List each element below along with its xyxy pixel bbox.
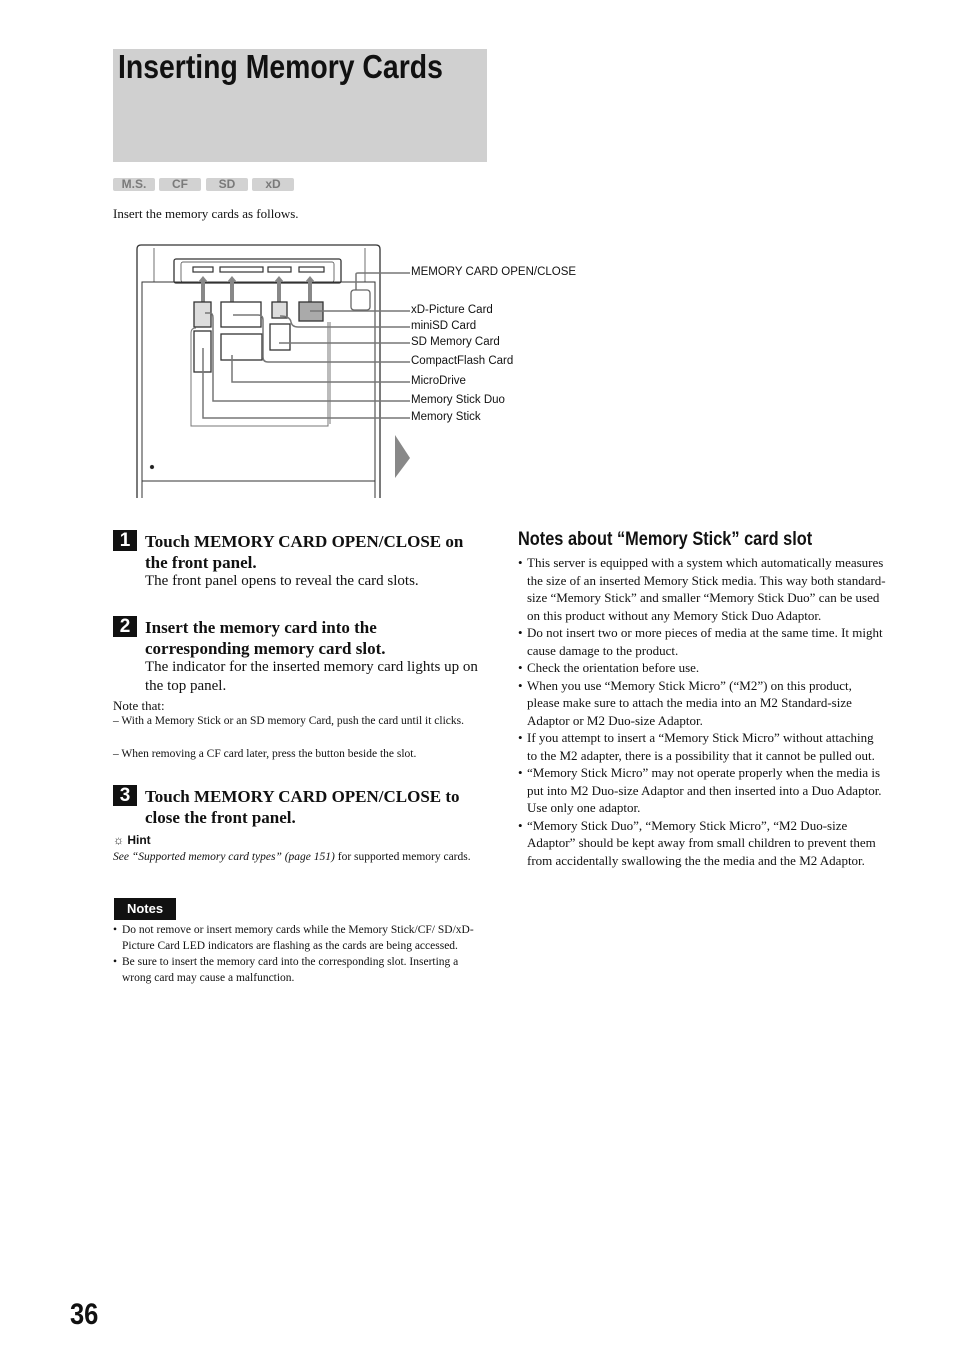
close-arrow-icon xyxy=(395,435,410,478)
notes-item: Do not remove or insert memory cards whi… xyxy=(113,922,483,954)
ms-notes-item: Check the orientation before use. xyxy=(518,659,886,677)
ms-notes-item: “Memory Stick Duo”, “Memory Stick Micro”… xyxy=(518,817,886,870)
ms-notes-item: If you attempt to insert a “Memory Stick… xyxy=(518,729,886,764)
device-outline xyxy=(136,244,381,498)
hint-heading: ☼ Hint xyxy=(113,833,151,847)
hint-text: See “Supported memory card types” (page … xyxy=(113,849,483,865)
step-1-body: The front panel opens to reveal the card… xyxy=(145,573,419,589)
note-that-item: – With a Memory Stick or an SD memory Ca… xyxy=(113,715,464,727)
label-open-close: MEMORY CARD OPEN/CLOSE xyxy=(411,266,577,278)
step-1-heading: Touch MEMORY CARD OPEN/CLOSE on the fron… xyxy=(145,532,464,572)
step-1-number: 1 xyxy=(113,530,137,551)
notes-item: Be sure to insert the memory card into t… xyxy=(113,954,483,986)
tag-xd: xD xyxy=(252,178,294,191)
ms-notes-item: When you use “Memory Stick Micro” (“M2”)… xyxy=(518,677,886,730)
label-minisd: miniSD Card xyxy=(411,320,477,332)
lightbulb-icon: ☼ xyxy=(113,833,124,847)
intro-text: Insert the memory cards as follows. xyxy=(113,206,299,221)
notes-list: Do not remove or insert memory cards whi… xyxy=(113,922,483,986)
notes-badge: Notes xyxy=(114,898,176,920)
ms-notes-item: This server is equipped with a system wh… xyxy=(518,554,886,624)
tag-sd: SD xyxy=(206,178,248,191)
power-led xyxy=(149,464,155,470)
ms-notes-heading: Notes about “Memory Stick” card slot xyxy=(518,529,813,550)
step-2-heading: Insert the memory card into the correspo… xyxy=(145,618,386,658)
hint-link[interactable]: See “Supported memory card types” (page … xyxy=(113,851,335,863)
ms-notes-list: This server is equipped with a system wh… xyxy=(518,554,886,869)
note-that-item: – When removing a CF card later, press t… xyxy=(113,748,417,760)
label-sd: SD Memory Card xyxy=(411,336,500,348)
tag-cf: CF xyxy=(159,178,201,191)
page-number: 36 xyxy=(70,1298,99,1331)
step-3-number: 3 xyxy=(113,785,137,806)
open-close-button xyxy=(350,289,371,311)
step-2-number: 2 xyxy=(113,616,137,637)
insert-arrows xyxy=(198,276,315,304)
manual-page: Inserting Memory Cards M.S. CF SD xD Ins… xyxy=(0,0,954,1351)
hint-rest: for supported memory cards. xyxy=(334,851,471,863)
step-3-heading: Touch MEMORY CARD OPEN/CLOSE to close th… xyxy=(145,787,460,827)
tag-ms: M.S. xyxy=(113,178,155,191)
label-cf: CompactFlash Card xyxy=(411,355,514,367)
slots xyxy=(192,266,325,273)
step-2-body: The indicator for the inserted memory ca… xyxy=(145,659,478,694)
page-title: Inserting Memory Cards xyxy=(118,48,443,85)
ms-notes-item: Do not insert two or more pieces of medi… xyxy=(518,624,886,659)
card-slot-diagram xyxy=(136,244,410,498)
note-that-title: Note that: xyxy=(113,698,165,713)
label-xd: xD-Picture Card xyxy=(411,304,493,316)
hint-label: Hint xyxy=(127,833,151,847)
ms-notes-item: “Memory Stick Micro” may not operate pro… xyxy=(518,764,886,817)
label-ms: Memory Stick xyxy=(411,411,481,423)
label-microdrive: MicroDrive xyxy=(411,375,466,387)
label-ms-duo: Memory Stick Duo xyxy=(411,394,505,406)
